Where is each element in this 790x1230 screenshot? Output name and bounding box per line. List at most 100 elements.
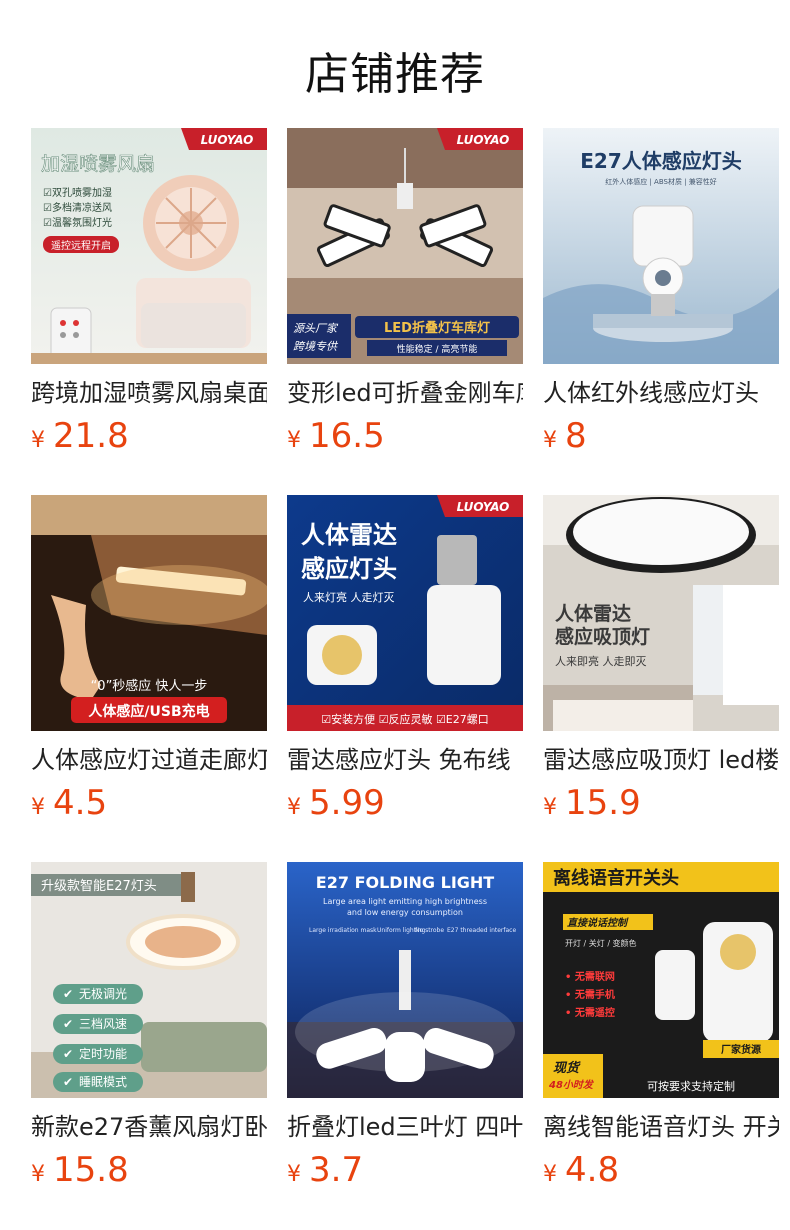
svg-text:48小时发: 48小时发 bbox=[548, 1079, 595, 1091]
svg-text:Large area light emitting high: Large area light emitting high brightnes… bbox=[323, 897, 487, 906]
product-name[interactable]: 离线智能语音灯头 开关头 bbox=[543, 1112, 779, 1142]
price-value: 15.8 bbox=[53, 1150, 129, 1190]
svg-text:✔: ✔ bbox=[63, 1017, 73, 1031]
product-price: ¥5.99 bbox=[287, 783, 523, 829]
svg-text:离线语音开关头: 离线语音开关头 bbox=[553, 867, 679, 889]
product-card[interactable]: LUOYAO 人体雷达 感应灯头 人来灯亮 人走灯灭 ☑安装方便 ☑反应灵敏 ☑… bbox=[287, 495, 523, 829]
svg-text:LED折叠灯车库灯: LED折叠灯车库灯 bbox=[384, 320, 490, 336]
currency-symbol: ¥ bbox=[543, 1162, 557, 1187]
svg-text:E27 threaded interface: E27 threaded interface bbox=[447, 927, 516, 934]
currency-symbol: ¥ bbox=[31, 428, 45, 453]
product-image: 离线语音开关头 直接说话控制 开灯 / 关灯 / 变颜色 • 无需联网 • 无需… bbox=[543, 862, 779, 1098]
svg-text:LUOYAO: LUOYAO bbox=[457, 500, 510, 514]
product-image: E27 FOLDING LIGHT Large area light emitt… bbox=[287, 862, 523, 1098]
product-name[interactable]: 人体感应灯过道走廊灯 bbox=[31, 745, 267, 775]
svg-text:人来即亮 人走即灭: 人来即亮 人走即灭 bbox=[555, 654, 647, 668]
svg-text:升级款智能E27灯头: 升级款智能E27灯头 bbox=[41, 879, 157, 894]
svg-text:☑双孔喷雾加湿: ☑双孔喷雾加湿 bbox=[43, 187, 112, 199]
product-card[interactable]: E27人体感应灯头 红外人体感应 | ABS材质 | 兼容性好 人体红外线感应灯… bbox=[543, 128, 779, 462]
page-title: 店铺推荐 bbox=[305, 49, 485, 100]
product-price: ¥3.7 bbox=[287, 1150, 523, 1196]
product-card[interactable]: E27 FOLDING LIGHT Large area light emitt… bbox=[287, 862, 523, 1196]
price-value: 5.99 bbox=[309, 783, 385, 823]
price-value: 4.5 bbox=[53, 783, 108, 823]
product-price: ¥4.5 bbox=[31, 783, 267, 829]
svg-text:感应灯头: 感应灯头 bbox=[301, 555, 397, 583]
product-price: ¥21.8 bbox=[31, 416, 267, 462]
svg-text:LUOYAO: LUOYAO bbox=[457, 133, 510, 147]
svg-text:红外人体感应 | ABS材质 | 兼容性好: 红外人体感应 | ABS材质 | 兼容性好 bbox=[605, 177, 717, 186]
currency-symbol: ¥ bbox=[287, 1162, 301, 1187]
svg-text:No strobe: No strobe bbox=[415, 927, 444, 934]
product-name[interactable]: 雷达感应灯头 免布线 bbox=[287, 745, 523, 775]
hallway-light-image: “0”秒感应 快人一步 人体感应/USB充电 bbox=[31, 495, 267, 731]
product-price: ¥8 bbox=[543, 416, 779, 462]
product-name[interactable]: 折叠灯led三叶灯 四叶 bbox=[287, 1112, 523, 1142]
product-image: LUOYAO 人体雷达 感应灯头 人来灯亮 人走灯灭 ☑安装方便 ☑反应灵敏 ☑… bbox=[287, 495, 523, 731]
product-card[interactable]: 离线语音开关头 直接说话控制 开灯 / 关灯 / 变颜色 • 无需联网 • 无需… bbox=[543, 862, 779, 1196]
product-card[interactable]: LUOYAO 源头厂家 跨境专供 LED折叠灯车库灯 性能稳定 / 高亮节能 变… bbox=[287, 128, 523, 462]
product-price: ¥4.8 bbox=[543, 1150, 779, 1196]
svg-text:定时功能: 定时功能 bbox=[79, 1046, 127, 1061]
svg-text:睡眠模式: 睡眠模式 bbox=[79, 1075, 127, 1089]
svg-text:跨境专供: 跨境专供 bbox=[293, 340, 339, 353]
svg-text:☑多档清凉送风: ☑多档清凉送风 bbox=[43, 201, 112, 214]
product-name[interactable]: 变形led可折叠金刚车库灯 bbox=[287, 378, 523, 408]
product-image: “0”秒感应 快人一步 人体感应/USB充电 bbox=[31, 495, 267, 731]
currency-symbol: ¥ bbox=[543, 428, 557, 453]
svg-text:• 无需手机: • 无需手机 bbox=[565, 988, 615, 1001]
currency-symbol: ¥ bbox=[31, 1162, 45, 1187]
product-image: 升级款智能E27灯头 ✔ 无极调光 ✔ 三档风速 ✔ 定时功能 ✔ 睡眠模式 bbox=[31, 862, 267, 1098]
product-name[interactable]: 雷达感应吸顶灯 led楼道 bbox=[543, 745, 779, 775]
svg-text:LUOYAO: LUOYAO bbox=[201, 133, 254, 147]
price-value: 3.7 bbox=[309, 1150, 364, 1190]
folding-garage-light-image: LUOYAO 源头厂家 跨境专供 LED折叠灯车库灯 性能稳定 / 高亮节能 bbox=[287, 128, 523, 364]
svg-text:源头厂家: 源头厂家 bbox=[293, 322, 339, 335]
radar-lamp-holder-image: LUOYAO 人体雷达 感应灯头 人来灯亮 人走灯灭 ☑安装方便 ☑反应灵敏 ☑… bbox=[287, 495, 523, 731]
svg-text:可按要求支持定制: 可按要求支持定制 bbox=[647, 1079, 735, 1093]
svg-text:✔: ✔ bbox=[63, 1047, 73, 1061]
product-name[interactable]: 人体红外线感应灯头 bbox=[543, 378, 779, 408]
product-image: LUOYAO 源头厂家 跨境专供 LED折叠灯车库灯 性能稳定 / 高亮节能 bbox=[287, 128, 523, 364]
product-price: ¥15.9 bbox=[543, 783, 779, 829]
svg-text:人来灯亮 人走灯灭: 人来灯亮 人走灯灭 bbox=[303, 590, 395, 604]
currency-symbol: ¥ bbox=[543, 795, 557, 820]
svg-text:Large irradiation mask: Large irradiation mask bbox=[309, 927, 377, 934]
product-card[interactable]: 升级款智能E27灯头 ✔ 无极调光 ✔ 三档风速 ✔ 定时功能 ✔ 睡眠模式 新… bbox=[31, 862, 267, 1196]
svg-text:直接说话控制: 直接说话控制 bbox=[567, 917, 629, 929]
svg-text:☑温馨氛围灯光: ☑温馨氛围灯光 bbox=[43, 216, 112, 229]
price-value: 21.8 bbox=[53, 416, 129, 456]
svg-text:遥控远程开启: 遥控远程开启 bbox=[51, 239, 111, 252]
svg-text:and low energy consumption: and low energy consumption bbox=[347, 908, 463, 917]
product-price: ¥16.5 bbox=[287, 416, 523, 462]
svg-text:开灯 / 关灯 / 变颜色: 开灯 / 关灯 / 变颜色 bbox=[565, 938, 637, 948]
product-image: E27人体感应灯头 红外人体感应 | ABS材质 | 兼容性好 bbox=[543, 128, 779, 364]
sensor-lamp-holder-image: E27人体感应灯头 红外人体感应 | ABS材质 | 兼容性好 bbox=[543, 128, 779, 364]
svg-text:“0”秒感应 快人一步: “0”秒感应 快人一步 bbox=[91, 678, 208, 694]
folding-light-image: E27 FOLDING LIGHT Large area light emitt… bbox=[287, 862, 523, 1098]
svg-text:现货: 现货 bbox=[553, 1060, 581, 1076]
currency-symbol: ¥ bbox=[31, 795, 45, 820]
price-value: 4.8 bbox=[565, 1150, 620, 1190]
svg-text:• 无需联网: • 无需联网 bbox=[565, 970, 615, 983]
ceiling-light-image: 人体雷达 感应吸顶灯 人来即亮 人走即灭 bbox=[543, 495, 779, 731]
product-image: 人体雷达 感应吸顶灯 人来即亮 人走即灭 bbox=[543, 495, 779, 731]
product-card[interactable]: “0”秒感应 快人一步 人体感应/USB充电 人体感应灯过道走廊灯 ¥4.5 bbox=[31, 495, 267, 829]
svg-text:☑安装方便 ☑反应灵敏 ☑E27螺口: ☑安装方便 ☑反应灵敏 ☑E27螺口 bbox=[321, 712, 489, 726]
svg-text:无极调光: 无极调光 bbox=[79, 987, 127, 1001]
product-name[interactable]: 跨境加湿喷雾风扇桌面 bbox=[31, 378, 267, 408]
product-image: LUOYAO 加湿喷雾风扇 ☑双孔喷雾加湿 ☑多档清凉送风 ☑温馨氛围灯光 遥控… bbox=[31, 128, 267, 364]
svg-text:✔: ✔ bbox=[63, 1075, 73, 1089]
svg-text:E27人体感应灯头: E27人体感应灯头 bbox=[580, 149, 742, 173]
svg-text:性能稳定 / 高亮节能: 性能稳定 / 高亮节能 bbox=[397, 343, 478, 355]
price-value: 8 bbox=[565, 416, 587, 456]
product-card[interactable]: LUOYAO 加湿喷雾风扇 ☑双孔喷雾加湿 ☑多档清凉送风 ☑温馨氛围灯光 遥控… bbox=[31, 128, 267, 462]
voice-switch-image: 离线语音开关头 直接说话控制 开灯 / 关灯 / 变颜色 • 无需联网 • 无需… bbox=[543, 862, 779, 1098]
product-name[interactable]: 新款e27香薰风扇灯卧室 bbox=[31, 1112, 267, 1142]
product-price: ¥15.8 bbox=[31, 1150, 267, 1196]
product-card[interactable]: 人体雷达 感应吸顶灯 人来即亮 人走即灭 雷达感应吸顶灯 led楼道 ¥15.9 bbox=[543, 495, 779, 829]
svg-text:• 无需遥控: • 无需遥控 bbox=[565, 1006, 615, 1019]
svg-text:加湿喷雾风扇: 加湿喷雾风扇 bbox=[41, 153, 155, 175]
svg-text:人体感应/USB充电: 人体感应/USB充电 bbox=[88, 703, 209, 720]
currency-symbol: ¥ bbox=[287, 795, 301, 820]
